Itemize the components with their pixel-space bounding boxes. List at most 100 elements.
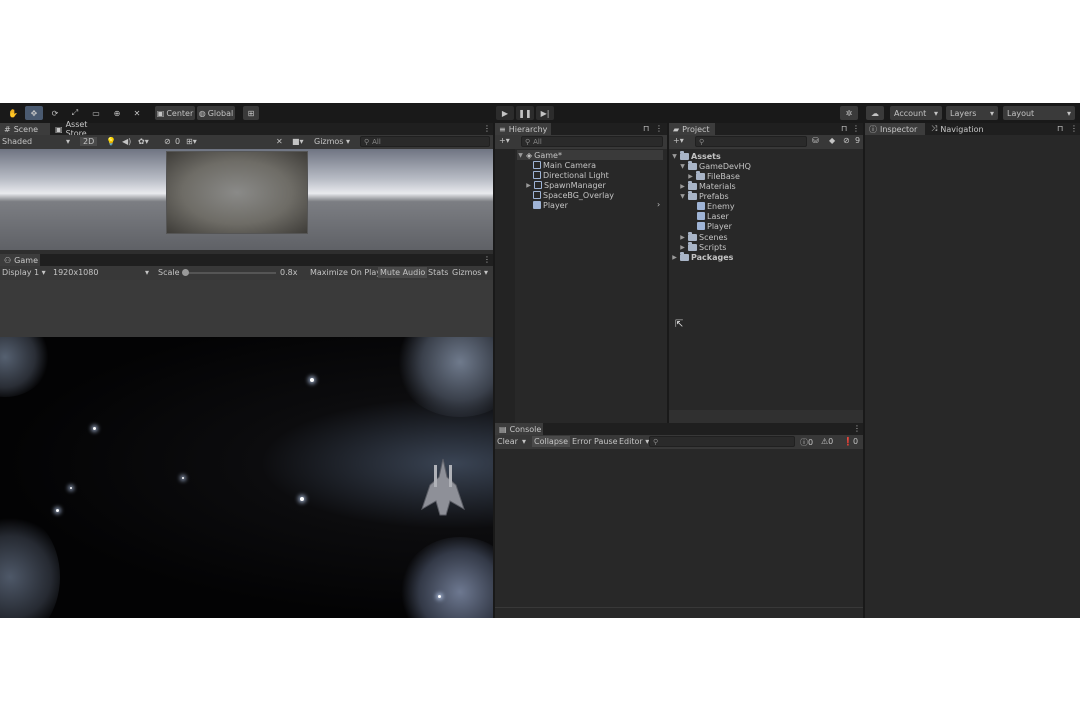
hierarchy-scene-root[interactable]: ▼ ◈ Game* xyxy=(517,150,663,160)
tab-game[interactable]: ⚇ Game xyxy=(0,254,40,266)
project-search-input[interactable]: ⚲ xyxy=(695,136,807,147)
project-panel: ▰ Project ⊓ ⋮ +▾ ⚲ ⛁ ◆ ⊘ 9 ▼ Assets ▼ Ga… xyxy=(669,123,863,423)
folder-icon xyxy=(688,241,697,251)
lock-icon[interactable]: ⊓ xyxy=(841,124,847,133)
pivot-global-button[interactable]: ◍ Global xyxy=(197,106,235,120)
console-search-input[interactable]: ⚲ xyxy=(649,436,795,447)
tab-navigation[interactable]: ⤨ Navigation xyxy=(927,123,1007,135)
step-button[interactable]: ▶| xyxy=(536,106,554,120)
lighting-icon[interactable]: 💡 xyxy=(106,137,116,146)
audio-icon[interactable]: ◀) xyxy=(122,137,131,146)
hidden-packages-icon[interactable]: ⊘ xyxy=(843,136,850,145)
error-toggle[interactable]: ❗0 xyxy=(843,437,858,446)
game-gizmos-dropdown[interactable]: Gizmos ▾ xyxy=(452,268,488,277)
project-footer xyxy=(669,410,863,423)
panel-menu-icon[interactable]: ⋮ xyxy=(852,124,860,133)
mode-2d-toggle[interactable]: 2D xyxy=(80,137,98,146)
hierarchy-item-player[interactable]: Player xyxy=(533,200,568,210)
nebula-bottom-right xyxy=(400,537,493,618)
list-icon: ≡ xyxy=(499,124,506,134)
display-dropdown[interactable]: Display 1 ▾ xyxy=(2,268,46,277)
tab-inspector[interactable]: ⓘ Inspector xyxy=(865,123,925,135)
hand-tool-icon[interactable]: ✋ xyxy=(6,106,20,120)
info-icon: ⓘ xyxy=(800,438,808,447)
game-viewport[interactable] xyxy=(0,337,493,618)
panel-menu-icon[interactable]: ⋮ xyxy=(1070,124,1078,133)
tab-scene[interactable]: # Scene xyxy=(0,123,50,135)
tab-asset-store[interactable]: ▣ Asset Store xyxy=(51,120,111,138)
filter-by-type-icon[interactable]: ⛁ xyxy=(812,136,819,145)
project-item-enemy[interactable]: Enemy xyxy=(697,201,735,211)
project-item-laser[interactable]: Laser xyxy=(697,211,729,221)
pause-button[interactable]: ❚❚ xyxy=(516,106,534,120)
pivot-center-button[interactable]: ▣ Center xyxy=(155,106,195,120)
effects-icon[interactable]: ✿▾ xyxy=(138,137,149,146)
editor-dropdown[interactable]: Editor ▾ xyxy=(619,437,649,446)
background-sprite[interactable] xyxy=(166,151,308,234)
play-button[interactable]: ▶ xyxy=(496,106,514,120)
hierarchy-item-spawn-manager[interactable]: ▶ SpawnManager xyxy=(525,180,606,190)
hierarchy-item-main-camera[interactable]: Main Camera xyxy=(533,160,596,170)
hierarchy-item-directional-light[interactable]: Directional Light xyxy=(533,170,609,180)
scale-slider-handle[interactable] xyxy=(182,269,189,276)
tools-icon[interactable]: ✕ xyxy=(276,137,283,146)
project-item-scenes[interactable]: ▶ Scenes xyxy=(679,231,728,242)
project-item-materials[interactable]: ▶ Materials xyxy=(679,180,736,191)
error-pause-toggle[interactable]: Error Pause xyxy=(572,437,618,446)
rotate-tool-icon[interactable]: ⟳ xyxy=(48,106,62,120)
hierarchy-item-spacebg-overlay[interactable]: SpaceBG_Overlay xyxy=(533,190,614,200)
tab-project[interactable]: ▰ Project xyxy=(669,123,715,135)
move-tool-icon[interactable]: ✥ xyxy=(25,106,43,120)
tab-hierarchy[interactable]: ≡ Hierarchy xyxy=(495,123,551,135)
layers-dropdown[interactable]: Layers ▾ xyxy=(946,106,998,120)
mute-audio-toggle[interactable]: Mute Audio xyxy=(378,267,428,278)
project-item-assets[interactable]: ▼ Assets xyxy=(671,150,721,161)
project-item-gamedevhq[interactable]: ▼ GameDevHQ xyxy=(679,160,751,171)
tab-console[interactable]: ▤ Console xyxy=(495,423,543,435)
project-item-scripts[interactable]: ▶ Scripts xyxy=(679,241,726,252)
settings-sun-icon[interactable]: ✲ xyxy=(840,106,858,120)
camera-icon[interactable]: ■▾ xyxy=(292,137,304,146)
shading-mode-dropdown[interactable]: Shaded xyxy=(2,137,32,146)
create-add-button[interactable]: +▾ xyxy=(499,136,510,145)
clear-button[interactable]: Clear xyxy=(497,437,518,446)
scene-search-input[interactable]: ⚲ All xyxy=(360,136,490,147)
transform-tool-icon[interactable]: ⊕ xyxy=(110,106,124,120)
warning-toggle[interactable]: ⚠0 xyxy=(821,437,833,446)
grid-icon[interactable]: ⊞▾ xyxy=(186,137,197,146)
panel-menu-icon[interactable]: ⋮ xyxy=(853,424,861,433)
hidden-objects-icon[interactable]: ⊘ xyxy=(164,137,171,146)
panel-menu-icon[interactable]: ⋮ xyxy=(655,124,663,133)
gizmos-dropdown[interactable]: Gizmos ▾ xyxy=(314,137,350,146)
project-item-packages[interactable]: ▶ Packages xyxy=(671,251,733,262)
log-toggle[interactable]: ⓘ0 xyxy=(800,437,813,448)
resolution-dropdown[interactable]: 1920x1080 xyxy=(53,268,98,277)
project-item-prefabs[interactable]: ▼ Prefabs xyxy=(679,190,729,201)
chevron-down-icon: ▼ xyxy=(680,162,685,170)
lock-icon[interactable]: ⊓ xyxy=(643,124,649,133)
project-item-filebase[interactable]: ▶ FileBase xyxy=(687,170,740,181)
clear-options-dropdown[interactable]: ▾ xyxy=(522,437,526,446)
scale-tool-icon[interactable]: ⤢ xyxy=(68,106,82,120)
cloud-icon[interactable]: ☁ xyxy=(866,106,884,120)
create-add-button[interactable]: +▾ xyxy=(673,136,684,145)
stats-toggle[interactable]: Stats xyxy=(428,268,448,277)
grid-snap-icon[interactable]: ⊞ xyxy=(243,106,259,120)
account-dropdown[interactable]: Account ▾ xyxy=(890,106,942,120)
lock-icon[interactable]: ⊓ xyxy=(1057,124,1063,133)
project-item-player[interactable]: Player xyxy=(697,221,732,231)
chevron-right-icon[interactable]: › xyxy=(657,200,660,209)
scene-viewport[interactable] xyxy=(0,149,493,250)
nebula-top-right xyxy=(395,337,493,417)
panel-menu-icon[interactable]: ⋮ xyxy=(483,124,491,133)
scale-slider-track[interactable] xyxy=(184,272,276,274)
filter-by-label-icon[interactable]: ◆ xyxy=(829,136,835,145)
maximize-on-play-toggle[interactable]: Maximize On Play xyxy=(310,268,381,277)
rect-tool-icon[interactable]: ▭ xyxy=(89,106,103,120)
player-ship[interactable] xyxy=(420,457,466,517)
collapse-toggle[interactable]: Collapse xyxy=(532,436,570,447)
layout-dropdown[interactable]: Layout ▾ xyxy=(1003,106,1075,120)
panel-menu-icon[interactable]: ⋮ xyxy=(483,255,491,264)
custom-tool-icon[interactable]: ✕ xyxy=(130,106,144,120)
hierarchy-search-input[interactable]: ⚲ All xyxy=(521,136,663,147)
